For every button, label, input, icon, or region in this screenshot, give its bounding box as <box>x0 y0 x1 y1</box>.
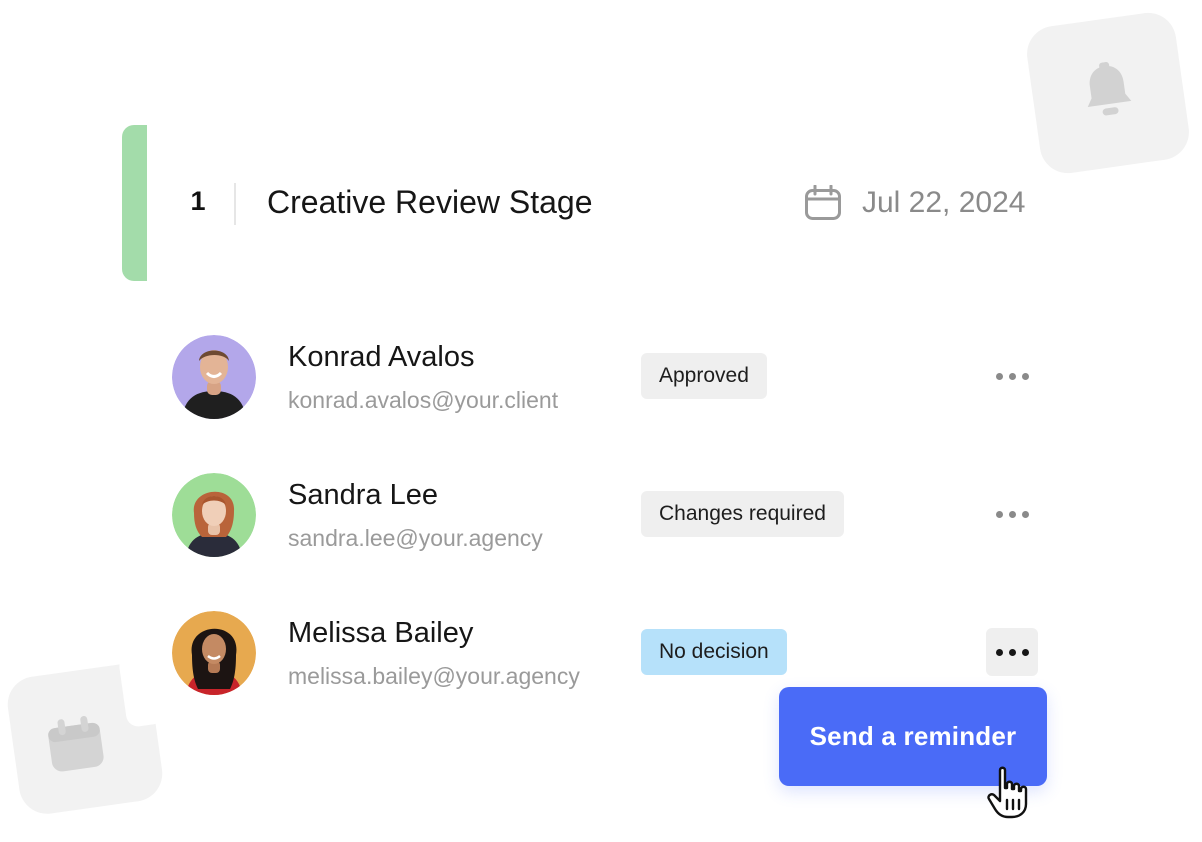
reviewer-email: sandra.lee@your.agency <box>288 525 543 551</box>
stage-accent-bar <box>122 125 147 281</box>
reviewer-email: konrad.avalos@your.client <box>288 387 559 413</box>
bell-icon <box>1077 58 1139 128</box>
stage-title: Creative Review Stage <box>267 184 593 220</box>
avatar <box>172 473 256 557</box>
stage-number: 1 <box>190 186 206 216</box>
avatar <box>172 335 256 419</box>
reviewer-row: Konrad Avalos konrad.avalos@your.client … <box>0 335 1202 425</box>
more-horizontal-icon <box>995 648 1029 656</box>
more-horizontal-icon <box>995 510 1029 518</box>
more-options-button[interactable] <box>986 628 1038 676</box>
reviewer-name: Melissa Bailey <box>288 617 474 649</box>
avatar <box>172 611 256 695</box>
reviewer-name: Sandra Lee <box>288 479 438 511</box>
more-options-button[interactable] <box>986 352 1038 400</box>
status-badge: Approved <box>641 353 767 399</box>
reviewer-email: melissa.bailey@your.agency <box>288 663 580 689</box>
calendar-icon <box>44 713 108 779</box>
calendar-icon <box>804 184 842 226</box>
hand-pointer-icon <box>986 766 1030 825</box>
reviewer-row: Sandra Lee sandra.lee@your.agency Change… <box>0 473 1202 563</box>
more-options-button[interactable] <box>986 490 1038 538</box>
bell-tile <box>1023 9 1193 177</box>
status-badge: Changes required <box>641 491 844 537</box>
reviewer-name: Konrad Avalos <box>288 341 475 373</box>
stage-divider <box>234 183 236 225</box>
status-badge: No decision <box>641 629 787 675</box>
stage-due-date: Jul 22, 2024 <box>862 186 1026 219</box>
more-horizontal-icon <box>995 372 1029 380</box>
